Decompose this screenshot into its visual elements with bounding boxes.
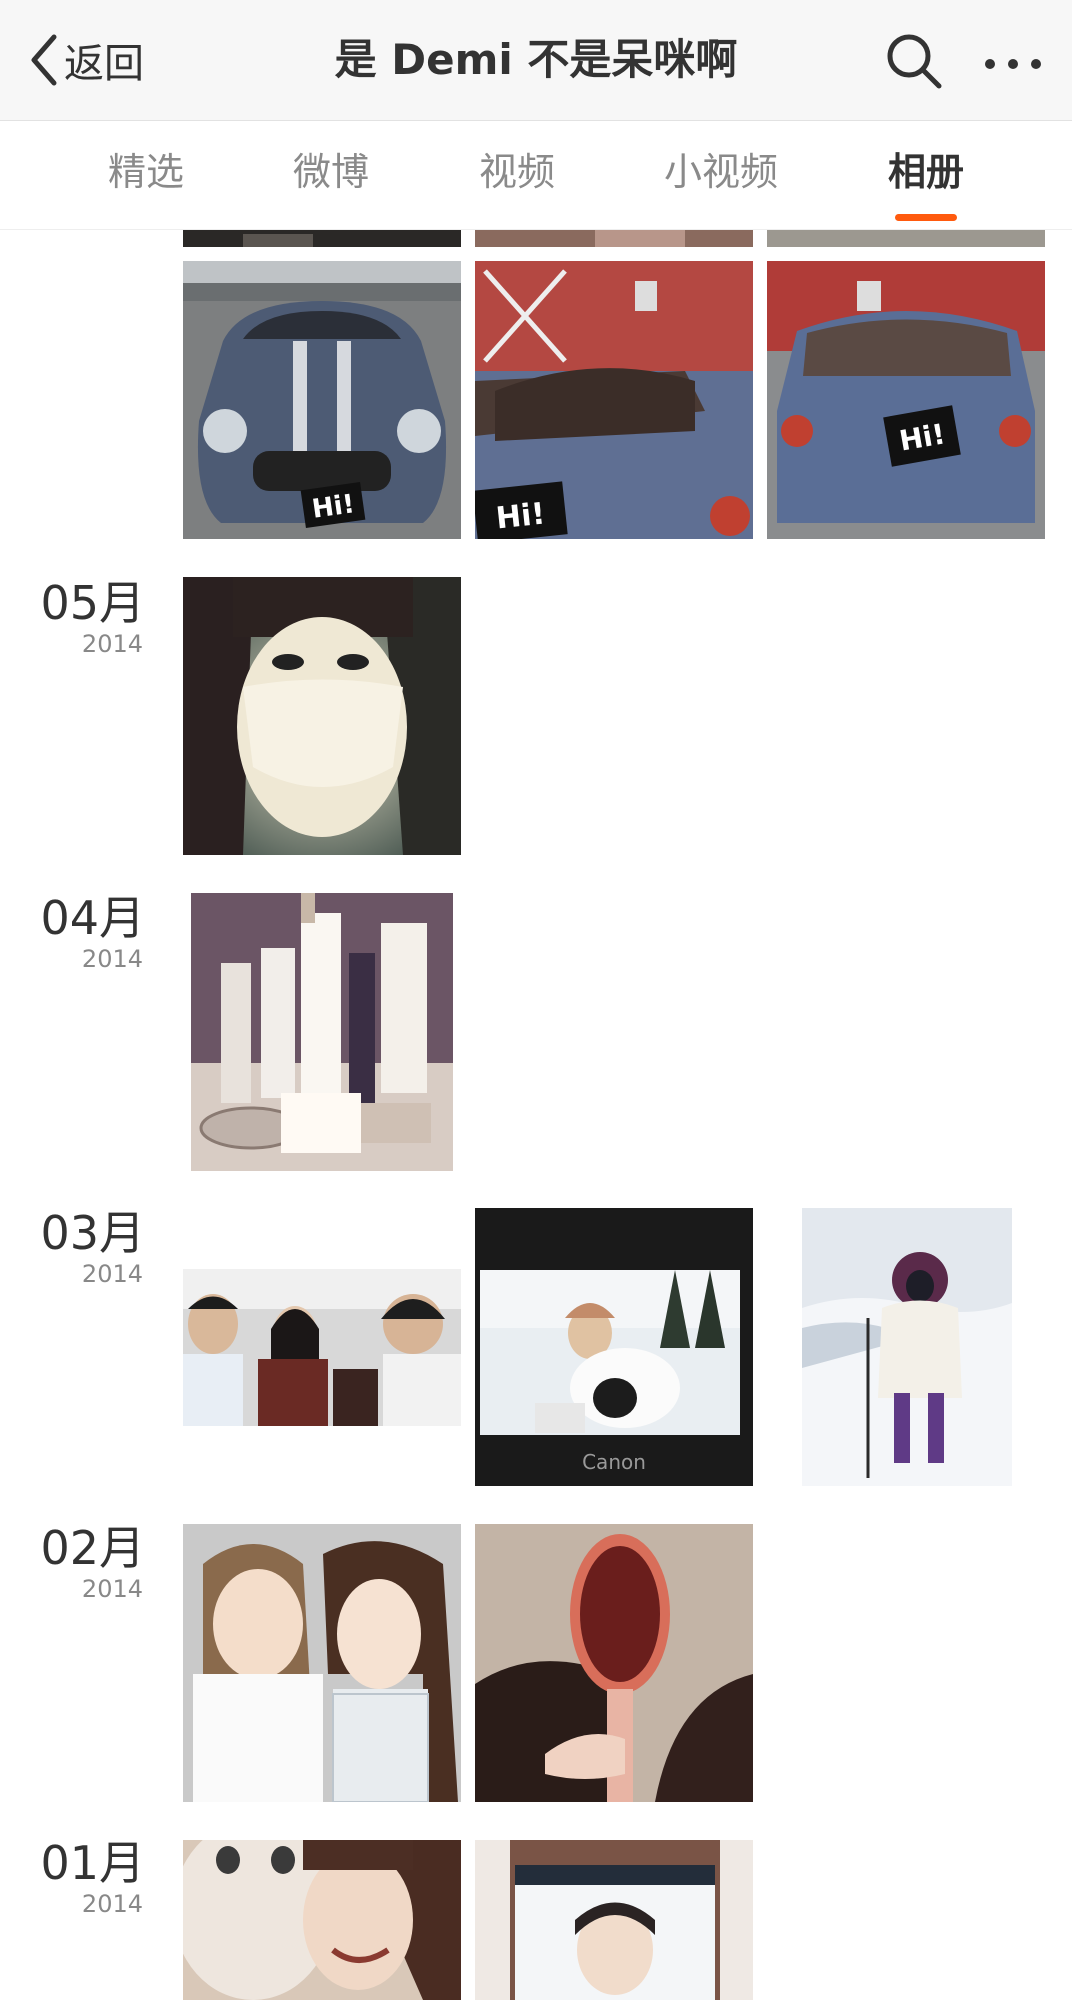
photo-thumbnail[interactable]	[183, 1269, 461, 1426]
month-name: 03月	[40, 1206, 145, 1260]
photo-thumbnail[interactable]	[767, 230, 1045, 247]
month-year: 2014	[81, 945, 143, 973]
month-year: 2014	[81, 1890, 143, 1918]
photo-thumbnail[interactable]: Canon	[475, 1208, 753, 1486]
month-label: 05月 2014	[0, 578, 145, 660]
photo-thumbnail[interactable]	[183, 1840, 461, 2000]
tab-short-videos[interactable]: 小视频	[664, 147, 778, 197]
photo-thumbnail[interactable]	[802, 1208, 1012, 1486]
tab-weibo[interactable]: 微博	[293, 147, 369, 197]
more-options-icon[interactable]	[982, 40, 1044, 84]
photo-thumbnail[interactable]	[183, 230, 461, 247]
month-name: 01月	[40, 1836, 145, 1890]
month-label: 03月 2014	[0, 1208, 145, 1290]
camera-brand-text: Canon	[582, 1450, 646, 1474]
month-label: 01月 2014	[0, 1838, 145, 1920]
month-label: 02月 2014	[0, 1523, 145, 1605]
sticker-text: Hi!	[494, 497, 546, 537]
photo-thumbnail[interactable]	[183, 1524, 461, 1802]
tab-featured[interactable]: 精选	[108, 147, 184, 197]
photo-thumbnail[interactable]	[475, 1524, 753, 1802]
photo-thumbnail[interactable]	[183, 577, 461, 855]
tab-videos[interactable]: 视频	[479, 147, 555, 197]
month-name: 02月	[40, 1521, 145, 1575]
month-name: 04月	[40, 891, 145, 945]
tab-album[interactable]: 相册	[888, 147, 964, 197]
month-label: 04月 2014	[0, 893, 145, 975]
search-icon[interactable]	[885, 32, 943, 90]
month-year: 2014	[81, 1575, 143, 1603]
photo-thumbnail[interactable]	[475, 230, 753, 247]
sticker-text: Hi!	[310, 489, 356, 525]
month-year: 2014	[81, 1260, 143, 1288]
month-name: 05月	[40, 576, 145, 630]
active-tab-indicator	[895, 214, 957, 221]
photo-thumbnail[interactable]: Hi!	[183, 261, 461, 539]
photo-thumbnail[interactable]	[475, 1840, 753, 2000]
month-year: 2014	[81, 630, 143, 658]
navigation-bar: 返回 是 Demi 不是呆咪啊	[0, 0, 1072, 121]
photo-thumbnail[interactable]	[191, 893, 453, 1171]
photo-thumbnail[interactable]: Hi!	[767, 261, 1045, 539]
album-timeline: Hi! Hi! Hi! 05月 2014 04月 2014 03月 2014 C…	[0, 230, 1072, 2000]
photo-thumbnail[interactable]: Hi!	[475, 261, 753, 539]
profile-tab-bar: 精选 微博 视频 小视频 相册	[0, 121, 1072, 230]
